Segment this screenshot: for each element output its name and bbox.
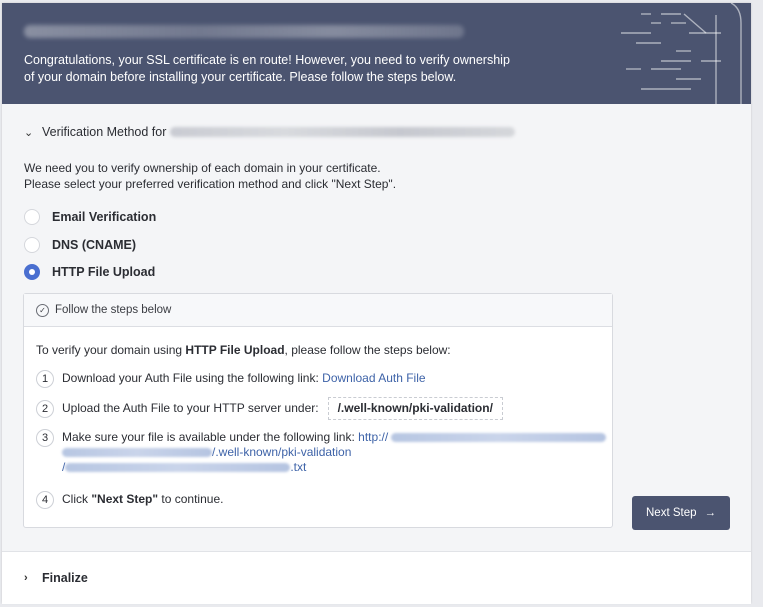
option-email-verification[interactable]: Email Verification	[24, 208, 156, 226]
finalize-toggle[interactable]: › Finalize	[24, 570, 88, 586]
verification-url-path[interactable]: /.well-known/pki-validation	[212, 445, 351, 459]
lead-suffix: , please follow the steps below:	[284, 343, 451, 357]
chevron-down-icon: ⌄	[24, 126, 34, 139]
header-message-line2: of your domain before installing your ce…	[24, 70, 457, 84]
next-step-button[interactable]: Next Step →	[632, 496, 730, 530]
option-label: Email Verification	[52, 210, 157, 224]
verification-method-heading: Verification Method for	[42, 125, 167, 139]
blurred-domain-title	[24, 25, 464, 38]
option-label: DNS (CNAME)	[52, 238, 137, 252]
finalize-section: › Finalize	[2, 551, 751, 604]
blurred-domain	[170, 127, 516, 137]
option-http-file-upload[interactable]: HTTP File Upload	[24, 263, 155, 281]
step-1: 1 Download your Auth File using the foll…	[36, 370, 426, 388]
check-circle-icon: ✓	[36, 303, 49, 317]
step-number: 4	[36, 491, 54, 509]
blurred-url-part	[62, 448, 212, 458]
steps-panel-header: ✓ Follow the steps below	[24, 294, 612, 327]
step-3-content: Make sure your file is available under t…	[62, 430, 607, 475]
step-4-prefix: Click	[62, 492, 92, 506]
decorative-lines	[621, 3, 742, 104]
steps-panel: ✓ Follow the steps below To verify your …	[23, 293, 613, 528]
step-2-text: Upload the Auth File to your HTTP server…	[62, 401, 319, 415]
header-message: Congratulations, your SSL certificate is…	[24, 52, 564, 86]
blurred-url-part	[65, 463, 291, 473]
step-4-bold: "Next Step"	[91, 492, 159, 506]
step-4-suffix: to continue.	[158, 492, 224, 506]
download-auth-file-link[interactable]: Download Auth File	[322, 371, 425, 385]
steps-panel-title: Follow the steps below	[55, 304, 172, 316]
step-text: Download your Auth File using the follow…	[62, 371, 426, 386]
step-4-text: Click "Next Step" to continue.	[62, 492, 223, 507]
step-3-text: Make sure your file is available under t…	[62, 430, 355, 444]
step-number: 3	[36, 429, 54, 447]
chevron-right-icon: ›	[24, 572, 28, 584]
verification-method-toggle[interactable]: ⌄ Verification Method for	[24, 124, 516, 140]
finalize-label: Finalize	[42, 571, 88, 585]
next-step-label: Next Step	[646, 507, 697, 519]
radio-email[interactable]	[24, 209, 40, 225]
ssl-verification-card: Congratulations, your SSL certificate is…	[2, 3, 751, 604]
verification-url-link[interactable]: http://	[358, 430, 607, 444]
lead-method: HTTP File Upload	[185, 343, 285, 357]
steps-lead: To verify your domain using HTTP File Up…	[36, 343, 451, 357]
blurred-url-part	[391, 433, 607, 443]
header-banner: Congratulations, your SSL certificate is…	[2, 3, 751, 104]
verification-method-section: ⌄ Verification Method for We need you to…	[2, 104, 751, 551]
step-3: 3 Make sure your file is available under…	[36, 429, 607, 475]
step-number: 1	[36, 370, 54, 388]
radio-http-selected[interactable]	[24, 264, 40, 280]
lead-prefix: To verify your domain using	[36, 343, 186, 357]
verification-intro: We need you to verify ownership of each …	[24, 160, 396, 192]
url-start: http://	[358, 430, 389, 444]
intro-line1: We need you to verify ownership of each …	[24, 161, 381, 175]
step-number: 2	[36, 400, 54, 418]
arrow-right-icon: →	[704, 507, 717, 519]
step-4: 4 Click "Next Step" to continue.	[36, 491, 223, 509]
validation-path: /.well-known/pki-validation/	[327, 397, 503, 420]
step-1-text: Download your Auth File using the follow…	[62, 371, 319, 385]
url-end: .txt	[290, 460, 307, 474]
radio-dns[interactable]	[24, 237, 40, 253]
step-2: 2 Upload the Auth File to your HTTP serv…	[36, 397, 503, 420]
option-label: HTTP File Upload	[52, 265, 156, 279]
option-dns-cname[interactable]: DNS (CNAME)	[24, 236, 136, 254]
verification-url-file[interactable]: / .txt	[62, 460, 306, 474]
intro-line2: Please select your preferred verificatio…	[24, 177, 397, 191]
header-message-line1: Congratulations, your SSL certificate is…	[24, 53, 510, 67]
